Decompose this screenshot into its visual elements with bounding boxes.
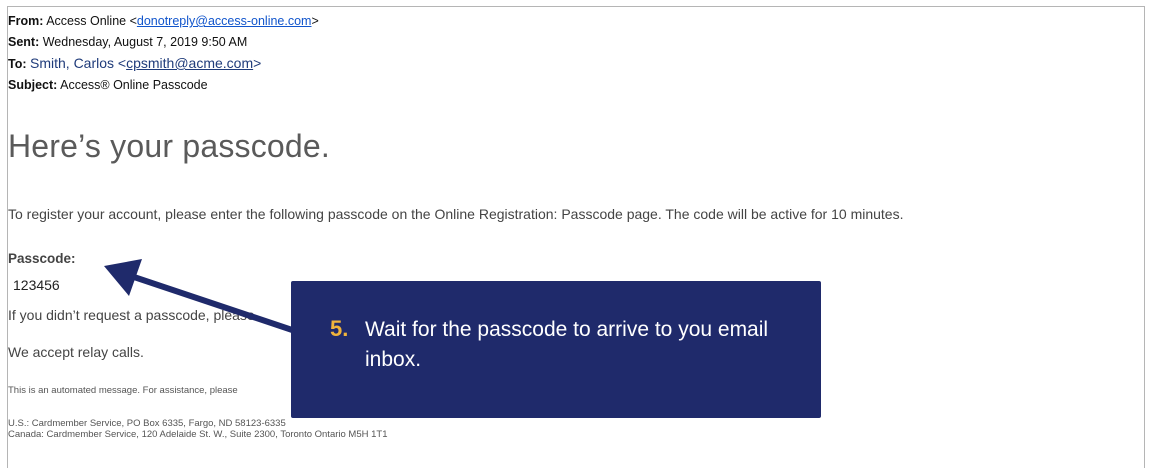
to-close: > [253,55,262,71]
instruction-callout: 5. Wait for the passcode to arrive to yo… [291,281,821,418]
to-name: Smith, Carlos < [30,55,127,71]
callout-text: Wait for the passcode to arrive to you e… [365,318,769,371]
step-number: 5. [330,316,349,341]
sent-label: Sent: [8,35,40,49]
from-email-link[interactable]: donotreply@access-online.com [137,14,312,28]
to-label: To: [8,57,27,71]
from-row: From: Access Online <donotreply@access-o… [8,11,319,32]
to-email-link[interactable]: cpsmith@acme.com [126,55,253,71]
address-canada: Canada: Cardmember Service, 120 Adelaide… [8,429,388,440]
to-row: To: Smith, Carlos <cpsmith@acme.com> [8,53,319,75]
passcode-value[interactable]: 123456 [13,277,60,293]
didnt-request-text: If you didn’t request a passcode, please [8,307,255,323]
email-header: From: Access Online <donotreply@access-o… [8,11,319,96]
from-label: From: [8,14,44,28]
subject-row: Subject: Access® Online Passcode [8,75,319,96]
from-name: Access Online < [46,14,137,28]
subject-label: Subject: [8,78,58,92]
address-us: U.S.: Cardmember Service, PO Box 6335, F… [8,418,286,429]
intro-text: To register your account, please enter t… [8,206,904,222]
address-block: U.S.: Cardmember Service, PO Box 6335, F… [8,418,388,440]
automated-message: This is an automated message. For assist… [8,385,238,396]
passcode-label: Passcode: [8,251,76,266]
subject-value: Access® Online Passcode [60,78,208,92]
sent-value: Wednesday, August 7, 2019 9:50 AM [42,35,248,49]
from-close: > [311,14,319,28]
page-title: Here’s your passcode. [8,128,330,164]
relay-text: We accept relay calls. [8,344,144,360]
sent-row: Sent: Wednesday, August 7, 2019 9:50 AM [8,32,319,53]
